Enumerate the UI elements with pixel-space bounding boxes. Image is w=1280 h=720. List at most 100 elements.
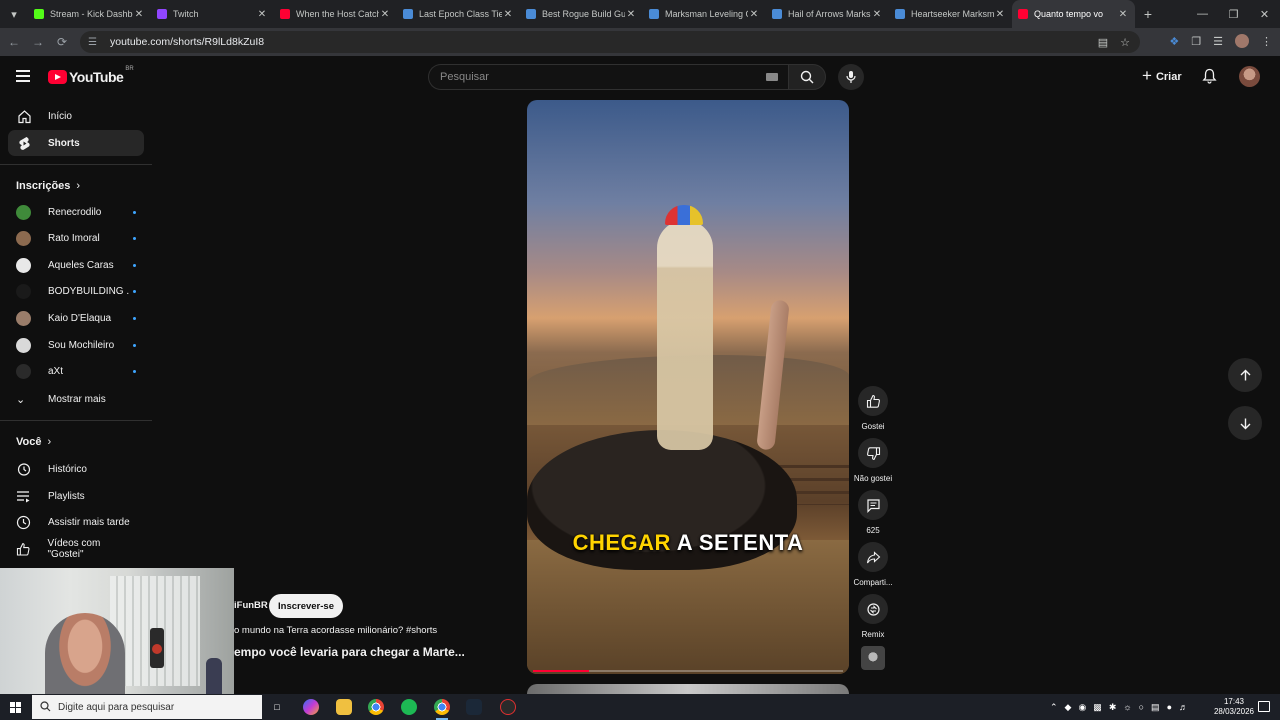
sidebar-item-history[interactable]: Histórico [16,458,136,480]
chrome-icon[interactable] [368,699,384,715]
remix-button[interactable]: Remix [852,594,894,639]
spotify-icon[interactable] [401,699,417,715]
task-view-icon[interactable]: □ [269,699,285,715]
subscription-item[interactable]: Renecrodilo [16,201,136,223]
streamer-webcam-overlay [0,568,234,702]
site-info-icon[interactable]: ☰ [88,37,100,48]
new-tab-button[interactable]: + [1135,6,1161,22]
close-tab-icon[interactable]: ✕ [256,9,268,20]
short-description[interactable]: o mundo na Terra acordasse milionário? #… [234,625,524,636]
close-window-button[interactable]: ✕ [1249,0,1280,28]
browser-menu-icon[interactable]: ⋮ [1261,35,1272,48]
create-button[interactable]: + Criar [1136,64,1188,90]
browser-tab[interactable]: Last Epoch Class Tier ✕ [397,0,520,28]
show-more-button[interactable]: ⌄ Mostrar mais [16,388,136,410]
close-tab-icon[interactable]: ✕ [133,9,145,20]
subscription-item[interactable]: Kaio D'Elaqua [16,307,136,329]
video-progress-bar[interactable] [533,670,843,672]
bookmark-star-icon[interactable]: ☆ [1120,36,1130,49]
network-icon[interactable]: ▤ [1151,702,1160,713]
notification-center-icon[interactable] [1258,701,1270,712]
forward-button[interactable]: → [26,35,50,49]
sidebar-item-watch-later[interactable]: Assistir mais tarde [16,511,136,533]
media-control-icon[interactable]: ☰ [1213,35,1223,48]
search-input[interactable]: Pesquisar [428,64,788,90]
chrome-active-icon[interactable] [434,699,450,720]
shorts-video-player[interactable]: CHEGAR A SETENTA [527,100,849,674]
browser-tab[interactable]: When the Host Catch ✕ [274,0,397,28]
tray-expand-icon[interactable]: ⌃ [1050,702,1058,713]
steam-icon[interactable] [466,699,482,715]
subscription-item[interactable]: Sou Mochileiro [16,334,136,356]
extensions-puzzle-icon[interactable]: ❐ [1191,35,1201,48]
next-short-button[interactable] [1228,406,1262,440]
subscription-item[interactable]: BODYBUILDING ... [16,281,136,303]
taskbar-clock[interactable]: 17:43 28/03/2026 [1214,697,1254,717]
sidebar-item-liked-videos[interactable]: Vídeos com "Gostei" [16,538,136,560]
close-tab-icon[interactable]: ✕ [379,9,391,20]
menu-icon[interactable] [16,70,30,82]
share-button[interactable]: Comparti... [852,542,894,587]
close-tab-icon[interactable]: ✕ [871,9,883,20]
subscribe-button[interactable]: Inscrever-se [269,594,343,618]
volume-icon[interactable]: ♬ [1179,702,1188,712]
extension-icon[interactable]: ❖ [1169,35,1179,48]
playlists-icon [17,490,30,502]
close-tab-icon[interactable]: ✕ [994,9,1006,20]
address-bar[interactable]: ☰ youtube.com/shorts/R9lLd8kZuI8 ▤ ☆ [80,31,1140,53]
obs-icon[interactable] [500,699,516,715]
sidebar-item-shorts[interactable]: Shorts [8,130,144,156]
notifications-button[interactable] [1202,68,1217,89]
subscriptions-header[interactable]: Inscrições › [16,180,80,192]
voice-search-button[interactable] [838,64,864,90]
close-tab-icon[interactable]: ✕ [502,9,514,20]
youtube-logo[interactable]: YouTube BR [48,66,134,85]
start-button[interactable] [0,694,30,720]
sidebar-item-playlists[interactable]: Playlists [16,485,136,507]
close-tab-icon[interactable]: ✕ [1117,9,1129,20]
dislike-button[interactable]: Não gostei [852,438,894,483]
back-button[interactable]: ← [2,35,26,49]
browser-tab[interactable]: Best Rogue Build Gu ✕ [520,0,643,28]
install-app-icon[interactable]: ▤ [1098,36,1108,49]
taskbar-search-input[interactable]: Digite aqui para pesquisar [32,695,262,719]
profile-avatar[interactable] [1235,34,1249,48]
channel-name[interactable]: iFunBR [234,600,268,611]
tray-app-icon[interactable]: ▩ [1093,702,1102,713]
subscription-item[interactable]: aXt [16,361,136,383]
copilot-icon[interactable] [303,699,319,715]
bluetooth-icon[interactable]: ✱ [1109,702,1117,713]
next-short-preview[interactable] [527,684,849,694]
comments-button[interactable]: 625 [852,490,894,535]
short-title[interactable]: empo você levaria para chegar a Marte... [234,645,524,659]
tray-app-icon[interactable]: ○ [1139,702,1144,712]
browser-tab[interactable]: Stream - Kick Dashbo ✕ [28,0,151,28]
browser-tab[interactable]: Heartseeker Marksma ✕ [889,0,1012,28]
close-tab-icon[interactable]: ✕ [748,9,760,20]
file-explorer-icon[interactable] [336,699,352,715]
browser-tab[interactable]: Quanto tempo vo ✕ [1012,0,1135,28]
browser-tab[interactable]: Hail of Arrows Marks ✕ [766,0,889,28]
clock-time: 17:43 [1223,697,1244,706]
discord-icon[interactable]: ◉ [1078,702,1086,713]
tray-app-icon[interactable]: ☼ [1123,702,1131,712]
tray-app-icon[interactable]: ◆ [1065,702,1072,713]
reload-button[interactable]: ⟳ [50,35,74,49]
browser-tab[interactable]: Marksman Leveling G ✕ [643,0,766,28]
close-tab-icon[interactable]: ✕ [625,9,637,20]
sidebar-item-home[interactable]: Início [8,103,144,129]
subscription-item[interactable]: Rato Imoral [16,228,136,250]
sound-thumbnail[interactable] [861,646,885,670]
like-button[interactable]: Gostei [852,386,894,431]
previous-short-button[interactable] [1228,358,1262,392]
search-button[interactable] [788,64,826,90]
you-header[interactable]: Você › [16,436,51,448]
minimize-button[interactable]: — [1187,0,1218,28]
tab-search-button[interactable]: ▾ [0,0,28,28]
subscription-item[interactable]: Aqueles Caras [16,254,136,276]
browser-tab[interactable]: Twitch ✕ [151,0,274,28]
restore-button[interactable]: ❐ [1218,0,1249,28]
keyboard-icon[interactable] [766,73,778,81]
user-avatar[interactable] [1239,66,1260,87]
tray-app-icon[interactable]: ● [1167,702,1172,712]
